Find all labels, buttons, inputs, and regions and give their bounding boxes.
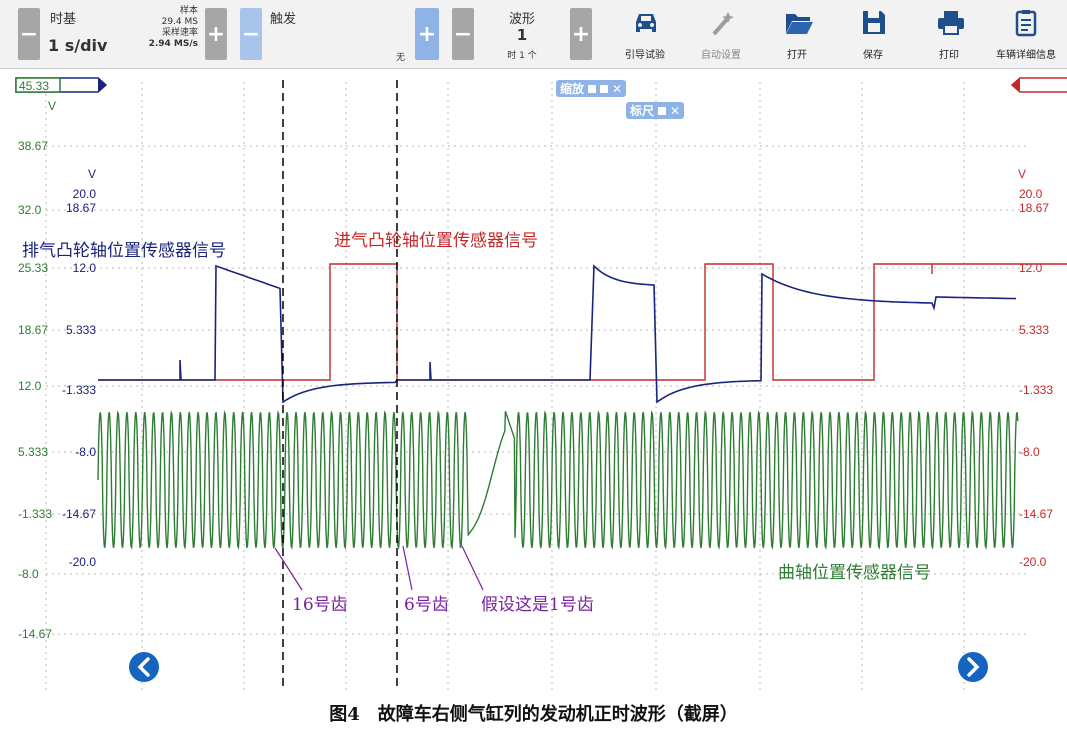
left-axis-blue-tick: 12.0 [73, 261, 97, 275]
folder-icon [786, 14, 813, 34]
left-axis-unit: V [48, 99, 56, 113]
right-axis-tick: 5.333 [1019, 323, 1049, 337]
clipboard-icon [1015, 10, 1037, 37]
save-icon [863, 11, 885, 34]
left-axis-blue-tick: -8.0 [75, 445, 96, 459]
left-axis-green-tick: 32.0 [18, 203, 42, 217]
close-icon[interactable]: ✕ [612, 82, 622, 96]
open-button[interactable]: 打开 [758, 6, 836, 62]
left-axis-green-tick: 18.67 [18, 323, 48, 337]
guided-test-label: 引导试验 [625, 50, 665, 61]
auto-setup-button[interactable]: 自动设置 [682, 6, 760, 62]
exhaust-annotation: 排气凸轮轴位置传感器信号 [22, 241, 226, 261]
trigger-title: 触发 [270, 12, 297, 27]
ruler-tag[interactable]: 标尺 ✕ [626, 102, 685, 119]
left-axis-blue-tick: 18.67 [66, 201, 96, 215]
intake-cam-waveform [98, 263, 1067, 381]
left-axis-green-tick: 38.67 [18, 139, 48, 153]
oscilloscope-plot[interactable]: 45.33 V V V 38.67 32.0 25.33 18.67 12.0 5.333… [0, 68, 1067, 690]
guided-test-button[interactable]: 引导试验 [606, 6, 684, 62]
close-icon[interactable]: ✕ [670, 104, 680, 118]
wand-icon [712, 12, 734, 36]
right-axis-tick: 12.0 [1019, 261, 1043, 275]
vehicle-details-button[interactable]: 车辆详细信息 [986, 6, 1066, 62]
save-label: 保存 [863, 50, 883, 61]
left-channel-marker[interactable]: 45.33 [15, 77, 108, 93]
window-icon[interactable] [658, 106, 667, 115]
left-axis-green-tick: -1.333 [18, 507, 52, 521]
left-axis-green-tick: 5.333 [18, 445, 48, 459]
left-axis-green: 38.67 32.0 25.33 18.67 12.0 5.333 -1.333 -8.0 -1… [18, 139, 52, 641]
left-marker-value: 45.33 [19, 79, 49, 93]
tooth16-annotation: 16号齿 [292, 595, 348, 615]
tooth6-annotation: 6号齿 [404, 595, 449, 615]
zoom-tag-label: 缩放 [560, 82, 585, 96]
left-axis-green-tick: 25.33 [18, 261, 48, 275]
timebase-title: 时基 [50, 12, 77, 27]
timebase-decrease-button[interactable]: − [18, 8, 40, 60]
crank-position-waveform [97, 410, 1019, 550]
waveform-subtitle: 时 1 个 [507, 51, 537, 61]
samples-value: 29.4 MS [161, 17, 198, 27]
tooth1-pointer [461, 545, 484, 591]
print-button[interactable]: 打印 [910, 6, 988, 62]
trigger-increase-button[interactable]: + [415, 8, 439, 60]
tooth6-pointer [402, 545, 413, 591]
left-axis-blue-tick: -20.0 [69, 555, 97, 569]
right-axis-tick: 18.67 [1019, 201, 1049, 215]
minimize-icon[interactable] [588, 84, 597, 93]
right-axis-tick: -20.0 [1019, 555, 1047, 569]
figure-caption: 图4 故障车右侧气缸列的发动机正时波形（截屏） [329, 704, 738, 725]
left-blue-axis-unit: V [88, 167, 96, 181]
plot-canvas[interactable]: 45.33 V V V 38.67 32.0 25.33 18.67 12.0 5.333… [0, 68, 1067, 690]
toolbar: − 时基 1 s/div 样本 29.4 MS 采样速率 2.94 MS/s +… [0, 0, 1067, 69]
left-axis-green-tick: 12.0 [18, 379, 42, 393]
samples-label: 样本 [179, 6, 198, 16]
printer-icon [938, 11, 964, 35]
rate-value: 2.94 MS/s [148, 39, 198, 49]
tooth1-annotation: 假设这是1号齿 [481, 595, 594, 615]
left-axis-blue-tick: -14.67 [62, 507, 96, 521]
waveform-increase-button[interactable]: + [570, 8, 592, 60]
right-axis-tick: 20.0 [1019, 187, 1043, 201]
right-axis-tick: -1.333 [1019, 383, 1053, 397]
window-icon[interactable] [600, 84, 609, 93]
left-axis-blue-tick: 20.0 [73, 187, 97, 201]
exhaust-cam-waveform [98, 264, 1017, 404]
trigger-decrease-button[interactable]: − [240, 8, 262, 60]
tooth16-pointer [274, 547, 303, 591]
ruler-tag-label: 标尺 [630, 104, 655, 118]
right-channel-marker[interactable] [1010, 77, 1067, 93]
right-axis: 20.018.67 12.0 5.333 -1.333 -8.0 -14.67 -20.0 [1019, 187, 1053, 569]
vehicle-details-label: 车辆详细信息 [996, 50, 1056, 61]
timebase-value[interactable]: 1 s/div [48, 36, 107, 55]
waveform-decrease-button[interactable]: − [452, 8, 474, 60]
timebase-increase-button[interactable]: + [205, 8, 227, 60]
open-label: 打开 [787, 50, 807, 61]
print-label: 打印 [939, 50, 959, 61]
scroll-left-button[interactable] [129, 652, 159, 682]
scroll-right-button[interactable] [958, 652, 988, 682]
left-axis-green-tick: -14.67 [18, 627, 52, 641]
crank-annotation: 曲轴位置传感器信号 [778, 563, 931, 583]
waveform-value[interactable]: 1 [490, 26, 554, 44]
save-button[interactable]: 保存 [834, 6, 912, 62]
waveform-title: 波形 [508, 12, 535, 27]
right-axis-tick: -8.0 [1019, 445, 1040, 459]
trigger-mode: 无 [396, 53, 406, 63]
left-axis-green-tick: -8.0 [18, 567, 39, 581]
auto-setup-label: 自动设置 [701, 50, 741, 61]
right-axis-unit: V [1018, 167, 1026, 181]
left-axis-blue-tick: -1.333 [62, 383, 96, 397]
car-icon [636, 14, 656, 32]
rate-label: 采样速率 [161, 28, 198, 38]
zoom-tag[interactable]: 缩放 ✕ [556, 80, 627, 97]
right-axis-tick: -14.67 [1019, 507, 1053, 521]
intake-annotation: 进气凸轮轴位置传感器信号 [334, 231, 538, 251]
left-axis-blue-tick: 5.333 [66, 323, 96, 337]
